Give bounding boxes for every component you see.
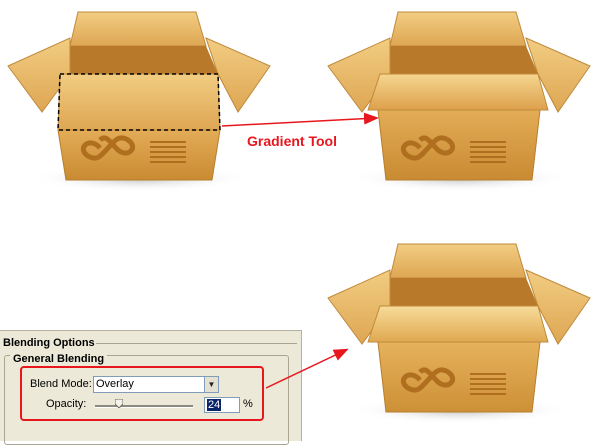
arrow-to-overlay-box — [265, 348, 349, 389]
annotation-arrows — [221, 112, 379, 389]
arrow-to-gradient-box — [221, 112, 379, 127]
